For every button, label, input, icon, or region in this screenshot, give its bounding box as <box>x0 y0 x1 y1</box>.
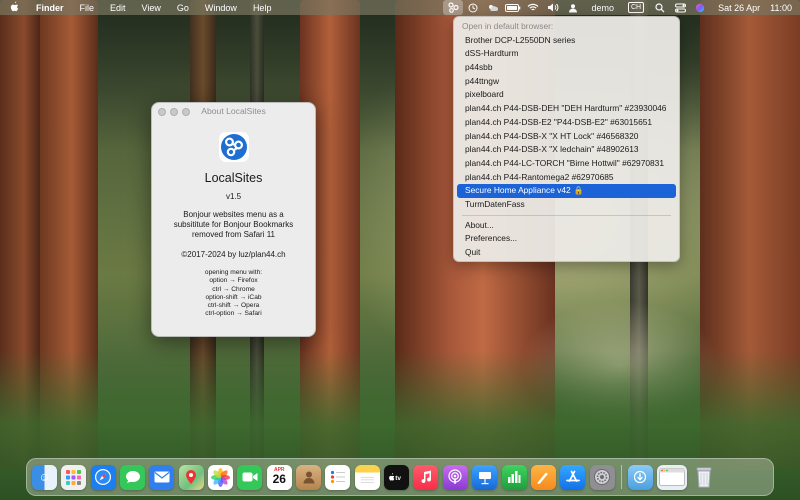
trash-icon[interactable] <box>692 465 717 490</box>
menubar-time[interactable]: 11:00 <box>766 3 800 13</box>
about-help-line: option-shift → iCab <box>205 293 262 301</box>
dropdown-header: Open in default browser: <box>462 21 554 31</box>
siri-icon[interactable] <box>690 0 710 15</box>
notes-icon[interactable] <box>354 464 380 490</box>
menu-separator <box>462 214 671 216</box>
dock-separator <box>620 465 622 489</box>
menu-window[interactable]: Window <box>197 3 245 13</box>
maps-icon[interactable] <box>178 464 204 490</box>
contacts-icon[interactable] <box>296 464 322 490</box>
finder-icon[interactable]: ☺ <box>32 464 57 490</box>
about-window: About LocalSites LocalSites v1.5 Bonjour… <box>151 102 316 337</box>
volume-icon[interactable] <box>543 0 563 15</box>
menu-item-service[interactable]: plan44.ch P44-DSB-X "X ledchain" #489026… <box>457 143 676 157</box>
menu-view[interactable]: View <box>134 3 169 13</box>
svg-text:tv: tv <box>395 475 401 482</box>
about-copyright: ©2017-2024 by luz/plan44.ch <box>181 250 286 259</box>
menu-item-service[interactable]: plan44.ch P44-LC-TORCH "Birne Hottwil" #… <box>457 157 676 171</box>
control-center-icon[interactable] <box>670 0 690 15</box>
menu-item-about[interactable]: About... <box>457 219 676 233</box>
menu-help[interactable]: Help <box>245 3 280 13</box>
menu-item-service[interactable]: TurmDatenFass <box>457 198 676 212</box>
menu-file[interactable]: File <box>72 3 103 13</box>
menu-item-quit[interactable]: Quit <box>457 246 676 260</box>
numbers-icon[interactable] <box>501 464 527 490</box>
menu-app-name[interactable]: Finder <box>28 3 72 13</box>
keynote-icon[interactable] <box>472 464 498 490</box>
menu-item-preferences[interactable]: Preferences... <box>457 232 676 246</box>
about-description-line: Bonjour websites menu as a <box>183 210 284 219</box>
menubar-date[interactable]: Sat 26 Apr <box>710 3 766 13</box>
about-window-title: About LocalSites <box>201 106 266 116</box>
about-description-line: removed from Safari 11 <box>192 230 275 239</box>
apple-menu-icon[interactable] <box>0 1 28 15</box>
menu-bar: Finder File Edit View Go Window Help dem… <box>0 0 800 15</box>
about-app-name: LocalSites <box>204 171 263 185</box>
user-icon[interactable] <box>563 0 583 15</box>
menu-item-label: Secure Home Appliance v42 <box>465 185 571 196</box>
window-preview-icon[interactable] <box>657 464 688 490</box>
menu-item-service-selected[interactable]: Secure Home Appliance v42 🔒 <box>457 184 676 198</box>
search-icon[interactable] <box>650 0 670 15</box>
about-help-line: ctrl → Chrome <box>212 285 255 293</box>
about-help-text: opening menu with: option → Firefox ctrl… <box>152 269 315 319</box>
dock: ☺ APR 26 tv <box>26 458 774 496</box>
weather-icon[interactable] <box>483 0 503 15</box>
menu-edit[interactable]: Edit <box>102 3 134 13</box>
desktop-wallpaper <box>0 0 800 500</box>
reminders-icon[interactable] <box>325 464 351 490</box>
tv-icon[interactable]: tv <box>384 464 410 490</box>
facetime-icon[interactable] <box>237 464 263 490</box>
localsites-dropdown-menu: Open in default browser: Brother DCP-L25… <box>453 16 680 262</box>
time-machine-icon[interactable] <box>463 0 483 15</box>
menu-item-service[interactable]: plan44.ch P44-Rantomega2 #62970685 <box>457 171 676 185</box>
app-store-icon[interactable] <box>560 464 586 490</box>
about-help-line: ctrl-option → Safari <box>205 310 262 318</box>
menu-item-service[interactable]: Brother DCP-L2550DN series <box>457 34 676 48</box>
pages-icon[interactable] <box>530 464 556 490</box>
music-icon[interactable] <box>413 464 439 490</box>
about-window-titlebar[interactable]: About LocalSites <box>152 103 315 120</box>
about-description-line: subsititute for Bonjour Bookmarks <box>173 220 294 229</box>
user-name[interactable]: demo <box>583 3 622 13</box>
about-version: v1.5 <box>225 192 242 201</box>
about-help-line: ctrl-shift → Opera <box>207 302 260 310</box>
localsites-logo-icon <box>218 132 249 162</box>
keyboard-input-icon[interactable]: CH <box>627 2 645 13</box>
podcasts-icon[interactable] <box>442 464 468 490</box>
about-help-line: opening menu with: <box>204 269 263 276</box>
menu-item-service[interactable]: plan44.ch P44-DSB-DEH "DEH Hardturm" #23… <box>457 102 676 116</box>
menu-item-service[interactable]: p44sbb <box>457 61 676 75</box>
menu-item-service[interactable]: plan44.ch P44-DSB-X "X HT Lock" #4656832… <box>457 130 676 144</box>
calendar-icon[interactable]: APR 26 <box>266 464 292 490</box>
wifi-icon[interactable] <box>523 0 543 15</box>
system-settings-icon[interactable] <box>589 464 615 490</box>
safari-icon[interactable] <box>90 464 116 490</box>
messages-icon[interactable] <box>120 464 146 490</box>
menu-go[interactable]: Go <box>169 3 197 13</box>
lock-icon: 🔒 <box>573 186 584 196</box>
about-help-line: option → Firefox <box>209 277 258 285</box>
menu-item-service[interactable]: dSS-Hardturm <box>457 47 676 61</box>
localsites-icon[interactable] <box>443 0 464 15</box>
menu-item-service[interactable]: pixelboard <box>457 88 676 102</box>
menu-item-service[interactable]: p44ttngw <box>457 75 676 89</box>
launchpad-icon[interactable] <box>61 464 87 490</box>
mail-icon[interactable] <box>149 464 175 490</box>
menu-item-service[interactable]: plan44.ch P44-DSB-E2 "P44-DSB-E2" #63015… <box>457 116 676 130</box>
calendar-day: 26 <box>272 471 286 486</box>
downloads-folder-icon[interactable] <box>627 464 653 490</box>
photos-icon[interactable] <box>208 464 234 490</box>
about-description: Bonjour websites menu as a subsititute f… <box>152 210 315 240</box>
battery-icon[interactable] <box>503 0 523 15</box>
